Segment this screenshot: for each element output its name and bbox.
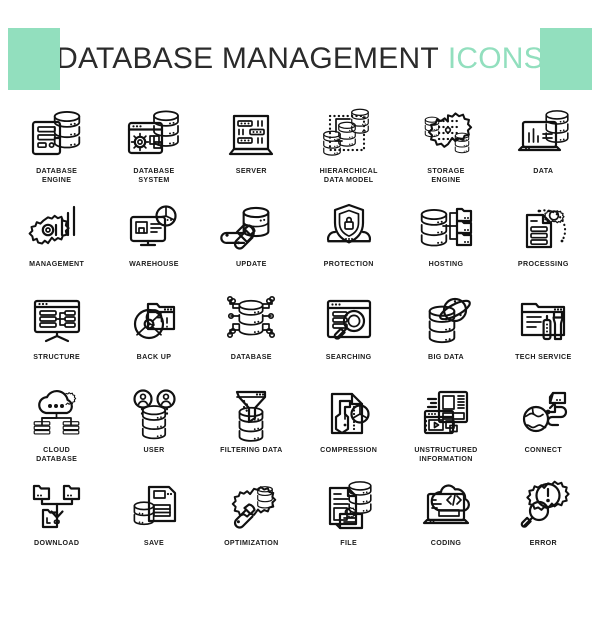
hosting-icon — [415, 195, 477, 257]
icon-grid: DATABASE ENGINE DATABASE SYSTEM SERVER HIER… — [0, 102, 600, 567]
icon-label-back-up: BACK UP — [136, 353, 172, 361]
icon-label-database-engine: DATABASE ENGINE — [36, 167, 78, 185]
processing-icon — [512, 195, 574, 257]
icon-sheet: DATABASE MANAGEMENT ICONS DATABASE ENGINE… — [0, 28, 600, 628]
page-title-main: DATABASE MANAGEMENT — [56, 42, 439, 75]
icon-label-hierarchical-data-model: HIERARCHICAL DATA MODEL — [319, 167, 378, 185]
icon-cell-data[interactable]: DATA — [495, 102, 592, 195]
icon-cell-warehouse[interactable]: WAREHOUSE — [105, 195, 202, 288]
page-title-accent: ICONS — [447, 42, 544, 75]
icon-label-searching: SEARCHING — [325, 353, 372, 361]
optimization-icon — [220, 474, 282, 536]
icon-cell-download[interactable]: DOWNLOAD — [8, 474, 105, 567]
icon-label-update: UPDATE — [235, 260, 267, 268]
icon-cell-big-data[interactable]: BIG DATA — [397, 288, 494, 381]
database-icon — [220, 288, 282, 350]
icon-cell-database-system[interactable]: DATABASE SYSTEM — [105, 102, 202, 195]
hierarchical-data-model-icon — [318, 102, 380, 164]
icon-cell-filtering-data[interactable]: FILTERING DATA — [203, 381, 300, 474]
icon-label-save: SAVE — [143, 539, 165, 547]
filtering-data-icon — [220, 381, 282, 443]
icon-label-file: FILE — [340, 539, 358, 547]
storage-engine-icon — [415, 102, 477, 164]
icon-cell-searching[interactable]: SEARCHING — [300, 288, 397, 381]
icon-cell-connect[interactable]: CONNECT — [495, 381, 592, 474]
icon-cell-database[interactable]: DATABASE — [203, 288, 300, 381]
icon-cell-database-engine[interactable]: DATABASE ENGINE — [8, 102, 105, 195]
icon-cell-save[interactable]: SAVE — [105, 474, 202, 567]
icon-label-processing: PROCESSING — [517, 260, 569, 268]
icon-cell-coding[interactable]: CODING — [397, 474, 494, 567]
download-icon — [26, 474, 88, 536]
back-up-icon — [123, 288, 185, 350]
icon-label-compression: COMPRESSION — [320, 446, 378, 454]
icon-cell-unstructured-information[interactable]: UNSTRUCTURED INFORMATION — [397, 381, 494, 474]
save-icon — [123, 474, 185, 536]
icon-cell-storage-engine[interactable]: STORAGE ENGINE — [397, 102, 494, 195]
icon-label-database-system: DATABASE SYSTEM — [133, 167, 175, 185]
icon-cell-user[interactable]: USER — [105, 381, 202, 474]
icon-label-download: DOWNLOAD — [33, 539, 80, 547]
structure-icon — [26, 288, 88, 350]
icon-cell-hosting[interactable]: HOSTING — [397, 195, 494, 288]
icon-cell-cloud-database[interactable]: CLOUD DATABASE — [8, 381, 105, 474]
page-title: DATABASE MANAGEMENT ICONS — [56, 44, 544, 74]
file-icon — [318, 474, 380, 536]
icon-label-coding: CODING — [430, 539, 462, 547]
warehouse-icon — [123, 195, 185, 257]
icon-cell-update[interactable]: UPDATE — [203, 195, 300, 288]
icon-cell-server[interactable]: SERVER — [203, 102, 300, 195]
accent-block-right — [540, 28, 592, 90]
icon-cell-error[interactable]: ERROR — [495, 474, 592, 567]
icon-cell-back-up[interactable]: BACK UP — [105, 288, 202, 381]
database-engine-icon — [26, 102, 88, 164]
protection-icon — [318, 195, 380, 257]
icon-label-big-data: BIG DATA — [427, 353, 464, 361]
user-icon — [123, 381, 185, 443]
icon-label-storage-engine: STORAGE ENGINE — [427, 167, 465, 185]
management-icon — [26, 195, 88, 257]
searching-icon — [318, 288, 380, 350]
icon-cell-hierarchical-data-model[interactable]: HIERARCHICAL DATA MODEL — [300, 102, 397, 195]
big-data-icon — [415, 288, 477, 350]
icon-cell-compression[interactable]: COMPRESSION — [300, 381, 397, 474]
icon-label-server: SERVER — [235, 167, 267, 175]
icon-label-user: USER — [143, 446, 165, 454]
icon-label-warehouse: WAREHOUSE — [129, 260, 179, 268]
compression-icon — [318, 381, 380, 443]
icon-label-optimization: OPTIMIZATION — [224, 539, 279, 547]
icon-cell-optimization[interactable]: OPTIMIZATION — [203, 474, 300, 567]
update-icon — [220, 195, 282, 257]
icon-cell-processing[interactable]: PROCESSING — [495, 195, 592, 288]
error-icon — [512, 474, 574, 536]
tech-service-icon — [512, 288, 574, 350]
icon-label-unstructured-information: UNSTRUCTURED INFORMATION — [414, 446, 478, 464]
cloud-database-icon — [26, 381, 88, 443]
icon-label-database: DATABASE — [230, 353, 272, 361]
icon-cell-protection[interactable]: PROTECTION — [300, 195, 397, 288]
icon-label-management: MANAGEMENT — [29, 260, 85, 268]
icon-label-data: DATA — [533, 167, 554, 175]
icon-label-hosting: HOSTING — [428, 260, 464, 268]
icon-cell-file[interactable]: FILE — [300, 474, 397, 567]
icon-label-cloud-database: CLOUD DATABASE — [36, 446, 78, 464]
icon-cell-management[interactable]: MANAGEMENT — [8, 195, 105, 288]
unstructured-information-icon — [415, 381, 477, 443]
data-icon — [512, 102, 574, 164]
connect-icon — [512, 381, 574, 443]
server-icon — [220, 102, 282, 164]
icon-label-protection: PROTECTION — [323, 260, 374, 268]
icon-label-connect: CONNECT — [524, 446, 563, 454]
icon-cell-tech-service[interactable]: TECH SERVICE — [495, 288, 592, 381]
icon-label-error: ERROR — [529, 539, 558, 547]
accent-block-left — [8, 28, 60, 90]
database-system-icon — [123, 102, 185, 164]
icon-cell-structure[interactable]: STRUCTURE — [8, 288, 105, 381]
header: DATABASE MANAGEMENT ICONS — [0, 28, 600, 90]
icon-label-filtering-data: FILTERING DATA — [220, 446, 283, 454]
icon-label-tech-service: TECH SERVICE — [515, 353, 572, 361]
icon-label-structure: STRUCTURE — [33, 353, 81, 361]
coding-icon — [415, 474, 477, 536]
